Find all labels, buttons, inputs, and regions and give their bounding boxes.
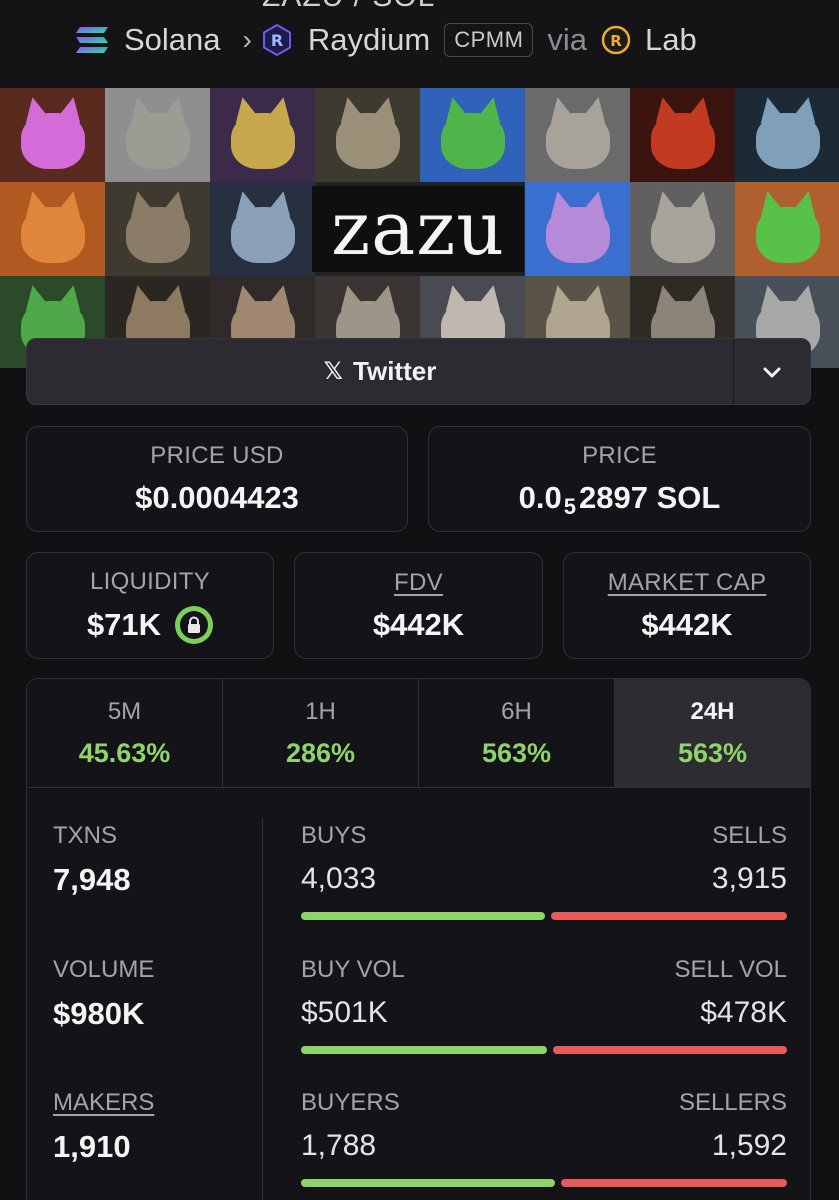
breadcrumb-launchpad[interactable]: Lab	[645, 22, 697, 58]
fdv-label[interactable]: FDV	[394, 569, 443, 597]
buy-vol-value: $501K	[301, 996, 388, 1029]
buyers-value: 1,788	[301, 1129, 377, 1162]
tab-label: 24H	[690, 697, 735, 725]
chevron-right-icon: ›	[242, 24, 252, 55]
buy-vol-bar-fill	[301, 1046, 547, 1054]
sell-vol-bar-fill	[552, 1046, 787, 1054]
sell-vol-label: SELL VOL	[674, 956, 787, 983]
txns-value: 7,948	[53, 862, 131, 897]
buys-value: 4,033	[301, 862, 377, 895]
price-usd-value: $0.0004423	[135, 480, 299, 515]
buyers-label: BUYERS	[301, 1089, 400, 1116]
lock-icon[interactable]	[175, 605, 214, 644]
sells-value: 3,915	[711, 862, 787, 895]
pool-type-badge: CPMM	[444, 23, 534, 57]
buy-sell-vol-bar	[301, 1046, 787, 1054]
timeframe-tabs: 5M 45.63% 1H 286% 6H 563% 24H 563%	[26, 678, 811, 788]
raydium-icon: R	[260, 23, 294, 57]
txns-stat: TXNS 7,948	[53, 822, 131, 898]
volume-value: $980K	[53, 996, 145, 1031]
social-links-bar: 𝕏 Twitter	[26, 338, 811, 405]
tab-label: 6H	[501, 697, 532, 725]
pair-title: ZAZU / SOL	[262, 0, 435, 14]
tab-change: 563%	[677, 737, 748, 768]
price-sol-value: 0.0 5 2897 SOL	[518, 480, 721, 519]
tab-1h[interactable]: 1H 286%	[223, 679, 419, 787]
tab-change: 45.63%	[78, 737, 171, 768]
via-label: via	[547, 22, 588, 57]
sells-label: SELLS	[712, 822, 787, 849]
liquidity-label: LIQUIDITY	[89, 567, 211, 595]
tab-6h[interactable]: 6H 563%	[419, 679, 615, 787]
x-icon: 𝕏	[323, 358, 344, 385]
buys-label: BUYS	[301, 822, 367, 849]
sellers-label: SELLERS	[678, 1089, 787, 1116]
tab-label: 5M	[107, 697, 142, 725]
sells-bar-fill	[550, 912, 787, 920]
price-sol-card: PRICE 0.0 5 2897 SOL	[428, 426, 811, 532]
buys-sells-split: BUYS SELLS 4,033 3,915	[301, 822, 787, 920]
sellers-value: 1,592	[711, 1129, 787, 1162]
tab-5m[interactable]: 5M 45.63%	[27, 679, 223, 787]
txns-label: TXNS	[53, 822, 118, 849]
buys-bar-fill	[301, 912, 545, 920]
breadcrumb-header: ZAZU / SOL Solana › R Raydium CPMM via	[0, 0, 839, 88]
twitter-label: Twitter	[353, 356, 437, 386]
market-cap-value: $442K	[641, 606, 733, 642]
tab-label: 1H	[305, 697, 336, 725]
price-label: PRICE	[582, 442, 657, 469]
price-suffix: 2897 SOL	[579, 480, 721, 515]
buy-sell-volume-split: BUY VOL SELL VOL $501K $478K	[301, 956, 787, 1054]
buyers-bar-fill	[301, 1179, 556, 1187]
liquidity-row: $71K	[86, 605, 214, 644]
twitter-button[interactable]: 𝕏 Twitter	[27, 339, 734, 404]
token-banner-image: zazu	[0, 88, 839, 368]
market-cap-label[interactable]: MARKET CAP	[608, 569, 767, 597]
makers-label[interactable]: MAKERS	[53, 1089, 154, 1117]
makers-stat: MAKERS 1,910	[53, 1089, 154, 1165]
liquidity-card: LIQUIDITY $71K	[26, 552, 274, 659]
breadcrumb: Solana › R Raydium CPMM via R Lab	[74, 18, 711, 62]
price-prefix: 0.0	[518, 480, 562, 515]
volume-label: VOLUME	[53, 956, 155, 983]
price-zero-count: 5	[563, 494, 577, 519]
more-links-dropdown[interactable]	[734, 339, 810, 404]
fdv-card: FDV $442K	[294, 552, 543, 659]
svg-text:R: R	[610, 32, 622, 50]
svg-text:R: R	[271, 31, 283, 50]
tab-24h[interactable]: 24H 563%	[615, 679, 810, 787]
fdv-value: $442K	[372, 606, 465, 642]
breadcrumb-dex[interactable]: Raydium	[308, 22, 430, 58]
buyers-sellers-bar	[301, 1179, 787, 1187]
buyers-sellers-split: BUYERS SELLERS 1,788 1,592	[301, 1089, 787, 1187]
solana-icon	[74, 25, 110, 55]
panel-divider	[262, 818, 263, 1200]
sellers-bar-fill	[561, 1179, 787, 1187]
liquidity-value: $71K	[86, 606, 162, 642]
sell-vol-value: $478K	[700, 996, 787, 1029]
price-usd-label: PRICE USD	[150, 442, 284, 469]
txn-stats-panel: TXNS 7,948 VOLUME $980K MAKERS 1,910 BUY…	[26, 788, 811, 1200]
tab-change: 286%	[285, 737, 356, 768]
buys-sells-bar	[301, 912, 787, 920]
lab-icon: R	[601, 25, 631, 55]
makers-value: 1,910	[53, 1129, 131, 1164]
chevron-down-icon	[763, 367, 781, 377]
price-usd-card: PRICE USD $0.0004423	[26, 426, 408, 532]
market-cap-card: MARKET CAP $442K	[563, 552, 811, 659]
breadcrumb-chain[interactable]: Solana	[124, 22, 221, 58]
buy-vol-label: BUY VOL	[301, 956, 405, 983]
banner-title: zazu	[312, 186, 524, 272]
tab-change: 563%	[481, 737, 552, 768]
volume-stat: VOLUME $980K	[53, 956, 154, 1032]
